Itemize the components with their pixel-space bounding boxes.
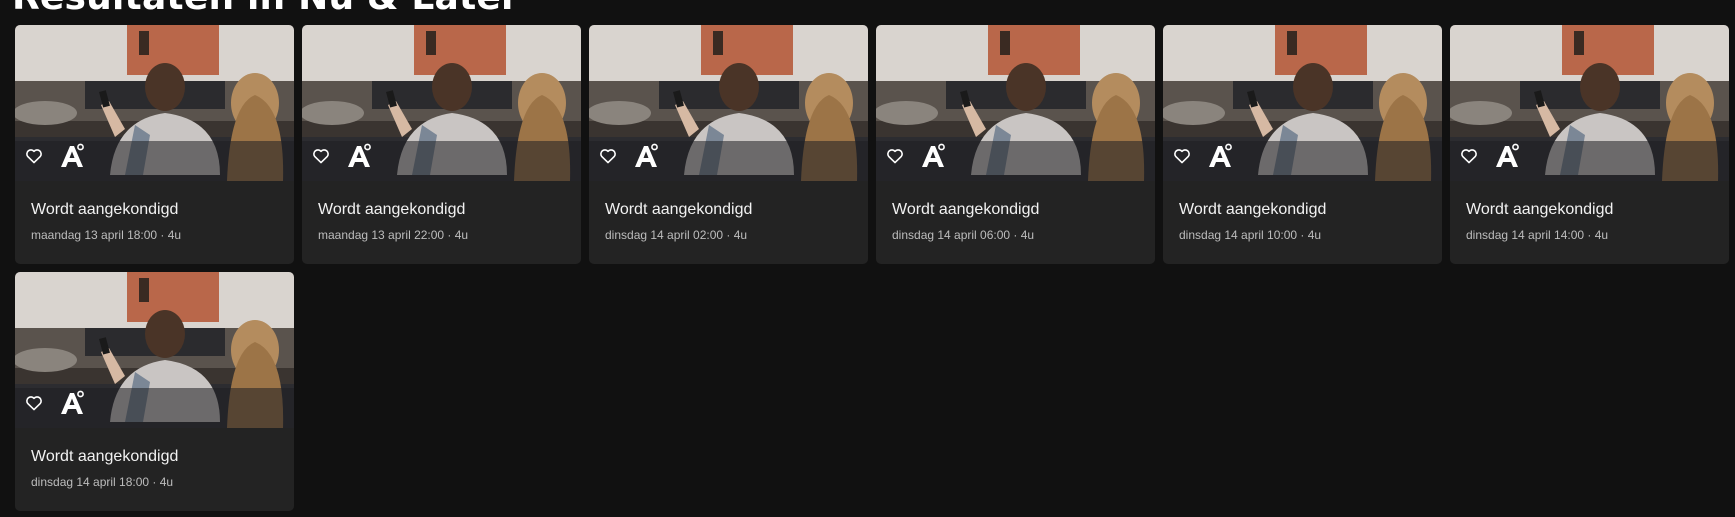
heart-outline-icon[interactable] xyxy=(310,145,332,167)
channel-a-logo xyxy=(1496,143,1519,167)
program-card[interactable]: Wordt aangekondigd maandag 13 april 18:0… xyxy=(15,25,294,264)
heart-outline-icon[interactable] xyxy=(1171,145,1193,167)
program-schedule: dinsdag 14 april 06:00 · 4u xyxy=(892,228,1035,242)
program-card[interactable]: Wordt aangekondigd maandag 13 april 22:0… xyxy=(302,25,581,264)
results-grid: Wordt aangekondigd maandag 13 april 18:0… xyxy=(15,25,1729,511)
program-info: Wordt aangekondigd maandag 13 april 22:0… xyxy=(302,181,581,243)
program-title: Wordt aangekondigd xyxy=(1466,201,1614,218)
program-schedule: dinsdag 14 april 18:00 · 4u xyxy=(31,475,174,489)
thumbnail-actions xyxy=(1171,143,1233,169)
program-title: Wordt aangekondigd xyxy=(1179,201,1327,218)
program-thumbnail xyxy=(1163,25,1442,181)
program-title: Wordt aangekondigd xyxy=(31,201,179,218)
heart-outline-icon[interactable] xyxy=(597,145,619,167)
program-title: Wordt aangekondigd xyxy=(318,201,466,218)
thumbnail-actions xyxy=(597,143,659,169)
program-thumbnail xyxy=(1450,25,1729,181)
thumbnail-actions xyxy=(1458,143,1520,169)
program-info: Wordt aangekondigd maandag 13 april 18:0… xyxy=(15,181,294,243)
channel-a-logo xyxy=(635,143,658,167)
program-info: Wordt aangekondigd dinsdag 14 april 18:0… xyxy=(15,428,294,490)
program-card[interactable]: Wordt aangekondigd dinsdag 14 april 18:0… xyxy=(15,272,294,511)
channel-a-logo xyxy=(348,143,371,167)
program-info: Wordt aangekondigd dinsdag 14 april 02:0… xyxy=(589,181,868,243)
program-schedule: dinsdag 14 april 02:00 · 4u xyxy=(605,228,748,242)
thumbnail-actions xyxy=(884,143,946,169)
channel-a-logo xyxy=(922,143,945,167)
thumbnail-actions xyxy=(23,390,85,416)
program-card[interactable]: Wordt aangekondigd dinsdag 14 april 14:0… xyxy=(1450,25,1729,264)
program-card[interactable]: Wordt aangekondigd dinsdag 14 april 06:0… xyxy=(876,25,1155,264)
heart-outline-icon[interactable] xyxy=(23,145,45,167)
channel-a-logo xyxy=(1209,143,1232,167)
heart-outline-icon[interactable] xyxy=(884,145,906,167)
thumbnail-actions xyxy=(23,143,85,169)
program-schedule: dinsdag 14 april 14:00 · 4u xyxy=(1466,228,1609,242)
program-thumbnail xyxy=(876,25,1155,181)
program-thumbnail xyxy=(589,25,868,181)
heart-outline-icon[interactable] xyxy=(1458,145,1480,167)
thumbnail-actions xyxy=(310,143,372,169)
section-title: Resultaten in Nu & Later xyxy=(12,0,519,16)
search-results-page: Resultaten in Nu & Later xyxy=(0,0,1735,517)
program-schedule: maandag 13 april 18:00 · 4u xyxy=(31,228,182,242)
program-info: Wordt aangekondigd dinsdag 14 april 06:0… xyxy=(876,181,1155,243)
channel-a-logo xyxy=(61,143,84,167)
program-title: Wordt aangekondigd xyxy=(31,448,179,465)
program-thumbnail xyxy=(302,25,581,181)
program-card[interactable]: Wordt aangekondigd dinsdag 14 april 10:0… xyxy=(1163,25,1442,264)
program-thumbnail xyxy=(15,272,294,428)
program-title: Wordt aangekondigd xyxy=(605,201,753,218)
program-title: Wordt aangekondigd xyxy=(892,201,1040,218)
program-schedule: dinsdag 14 april 10:00 · 4u xyxy=(1179,228,1322,242)
program-info: Wordt aangekondigd dinsdag 14 april 10:0… xyxy=(1163,181,1442,243)
channel-a-logo xyxy=(61,390,84,414)
heart-outline-icon[interactable] xyxy=(23,392,45,414)
program-info: Wordt aangekondigd dinsdag 14 april 14:0… xyxy=(1450,181,1729,243)
program-card[interactable]: Wordt aangekondigd dinsdag 14 april 02:0… xyxy=(589,25,868,264)
program-thumbnail xyxy=(15,25,294,181)
program-schedule: maandag 13 april 22:00 · 4u xyxy=(318,228,469,242)
